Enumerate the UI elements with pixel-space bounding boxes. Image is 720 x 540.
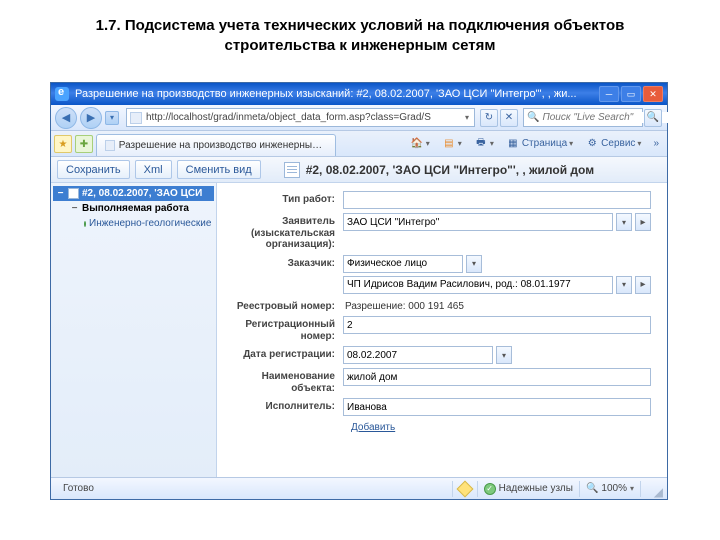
form-add-link[interactable]: Добавить xyxy=(351,422,395,433)
check-icon: ✓ xyxy=(484,483,496,495)
label-obj-name: Наименование объекта: xyxy=(225,368,343,394)
row-customer: Заказчик: ▾ ▾ ▸ xyxy=(225,255,651,294)
close-button[interactable]: ✕ xyxy=(643,86,663,102)
workspace: − #2, 08.02.2007, 'ЗАО ЦСИ − Выполняемая… xyxy=(51,183,667,477)
recent-pages-button[interactable]: ▾ xyxy=(105,111,119,125)
row-work-type: Тип работ: xyxy=(225,191,651,209)
tree-child[interactable]: − Выполняемая работа xyxy=(67,201,214,216)
resize-grip-icon[interactable] xyxy=(647,482,661,496)
document-title: #2, 08.02.2007, 'ЗАО ЦСИ "Интегро"', , ж… xyxy=(284,162,594,178)
label-customer: Заказчик: xyxy=(225,255,343,270)
collapse-icon[interactable]: − xyxy=(56,188,65,199)
customer-type-dropdown-icon[interactable]: ▾ xyxy=(466,255,482,273)
tree-panel: − #2, 08.02.2007, 'ЗАО ЦСИ − Выполняемая… xyxy=(51,183,217,477)
browser-tab[interactable]: Разрешение на производство инженерных из… xyxy=(96,134,336,156)
add-favorite-button[interactable]: ✚ xyxy=(75,135,93,153)
value-registry-no: Разрешение: 000 191 465 xyxy=(343,298,651,312)
home-icon: 🏠 xyxy=(410,137,424,151)
nav-bar: ◀ ▶ ▾ ▾ ↻ ✕ 🔍 🔍 xyxy=(51,105,667,131)
maximize-button[interactable]: ▭ xyxy=(621,86,641,102)
search-box[interactable]: 🔍 xyxy=(523,108,643,127)
search-go-button[interactable]: 🔍 xyxy=(644,109,662,127)
feeds-icon: ▤ xyxy=(442,137,456,151)
customer-dropdown-icon[interactable]: ▾ xyxy=(616,276,632,294)
input-work-type[interactable] xyxy=(343,191,651,209)
refresh-button[interactable]: ↻ xyxy=(480,109,498,127)
page-menu-button[interactable]: ▦Страница▾ xyxy=(501,134,578,153)
url-input[interactable] xyxy=(146,112,463,123)
print-icon: 🖶 xyxy=(474,137,488,151)
row-reg-date: Дата регистрации: ▾ xyxy=(225,346,651,364)
zoom-icon: 🔍 xyxy=(586,483,598,494)
shield-icon xyxy=(456,480,473,497)
window-titlebar[interactable]: Разрешение на производство инженерных из… xyxy=(51,83,667,105)
feeds-button[interactable]: ▤▾ xyxy=(437,134,467,153)
tab-label: Разрешение на производство инженерных из… xyxy=(119,140,327,151)
input-reg-date[interactable] xyxy=(343,346,493,364)
chevron-down-icon[interactable]: ▾ xyxy=(630,484,634,493)
label-registry-no: Реестровый номер: xyxy=(225,298,343,313)
more-button[interactable]: » xyxy=(648,134,664,153)
input-reg-no[interactable] xyxy=(343,316,651,334)
label-executor: Исполнитель: xyxy=(225,398,343,413)
page-icon xyxy=(130,112,142,124)
row-reg-no: Регистрационный номер: xyxy=(225,316,651,342)
collapse-icon[interactable]: − xyxy=(70,203,79,214)
row-applicant: Заявитель (изыскательская организация): … xyxy=(225,213,651,251)
window-title: Разрешение на производство инженерных из… xyxy=(75,88,577,100)
label-applicant: Заявитель (изыскательская организация): xyxy=(225,213,343,251)
search-icon: 🔍 xyxy=(527,112,539,123)
status-trusted[interactable]: ✓ Надежные узлы xyxy=(477,481,579,497)
tree-leaf[interactable]: Инженерно-геологические xyxy=(81,216,214,231)
form-panel: Тип работ: Заявитель (изыскательская орг… xyxy=(217,183,667,477)
favorites-button[interactable]: ★ xyxy=(54,135,72,153)
xml-button[interactable]: Xml xyxy=(135,160,172,179)
address-bar[interactable]: ▾ xyxy=(126,108,475,127)
content-area: Сохранить Xml Сменить вид #2, 08.02.2007… xyxy=(51,157,667,477)
status-ready: Готово xyxy=(57,481,100,497)
node-icon xyxy=(68,188,79,199)
stop-button[interactable]: ✕ xyxy=(500,109,518,127)
change-view-button[interactable]: Сменить вид xyxy=(177,160,261,179)
minimize-button[interactable]: － xyxy=(599,86,619,102)
document-icon xyxy=(284,162,300,178)
tools-menu-button[interactable]: ⚙Сервис▾ xyxy=(580,134,646,153)
row-executor: Исполнитель: xyxy=(225,398,651,416)
home-button[interactable]: 🏠▾ xyxy=(405,134,435,153)
input-applicant[interactable] xyxy=(343,213,613,231)
forward-button[interactable]: ▶ xyxy=(80,107,102,129)
save-button[interactable]: Сохранить xyxy=(57,160,130,179)
slide-title: 1.7. Подсистема учета технических услови… xyxy=(0,0,720,65)
input-obj-name[interactable] xyxy=(343,368,651,386)
app-toolbar: Сохранить Xml Сменить вид #2, 08.02.2007… xyxy=(51,157,667,183)
address-dropdown-icon[interactable]: ▾ xyxy=(463,113,471,122)
bullet-icon xyxy=(84,221,86,227)
reg-date-picker-icon[interactable]: ▾ xyxy=(496,346,512,364)
status-shield[interactable] xyxy=(452,481,477,497)
tab-bar: ★ ✚ Разрешение на производство инженерны… xyxy=(51,131,667,157)
page-menu-icon: ▦ xyxy=(506,137,520,151)
ie-window: Разрешение на производство инженерных из… xyxy=(50,82,668,500)
row-obj-name: Наименование объекта: xyxy=(225,368,651,394)
input-executor[interactable] xyxy=(343,398,651,416)
tab-page-icon xyxy=(105,140,115,151)
ie-logo-icon xyxy=(55,87,69,101)
input-customer-type[interactable] xyxy=(343,255,463,273)
back-button[interactable]: ◀ xyxy=(55,107,77,129)
label-work-type: Тип работ: xyxy=(225,191,343,206)
tree-root[interactable]: − #2, 08.02.2007, 'ЗАО ЦСИ xyxy=(53,186,214,201)
label-reg-no: Регистрационный номер: xyxy=(225,316,343,342)
input-customer[interactable] xyxy=(343,276,613,294)
status-zoom[interactable]: 🔍 100% ▾ xyxy=(579,481,640,497)
gear-icon: ⚙ xyxy=(585,137,599,151)
status-bar: Готово ✓ Надежные узлы 🔍 100% ▾ xyxy=(51,477,667,499)
applicant-dropdown-icon[interactable]: ▾ xyxy=(616,213,632,231)
row-registry-no: Реестровый номер: Разрешение: 000 191 46… xyxy=(225,298,651,313)
label-reg-date: Дата регистрации: xyxy=(225,346,343,361)
print-button[interactable]: 🖶▾ xyxy=(469,134,499,153)
customer-lookup-button[interactable]: ▸ xyxy=(635,276,651,294)
applicant-lookup-button[interactable]: ▸ xyxy=(635,213,651,231)
